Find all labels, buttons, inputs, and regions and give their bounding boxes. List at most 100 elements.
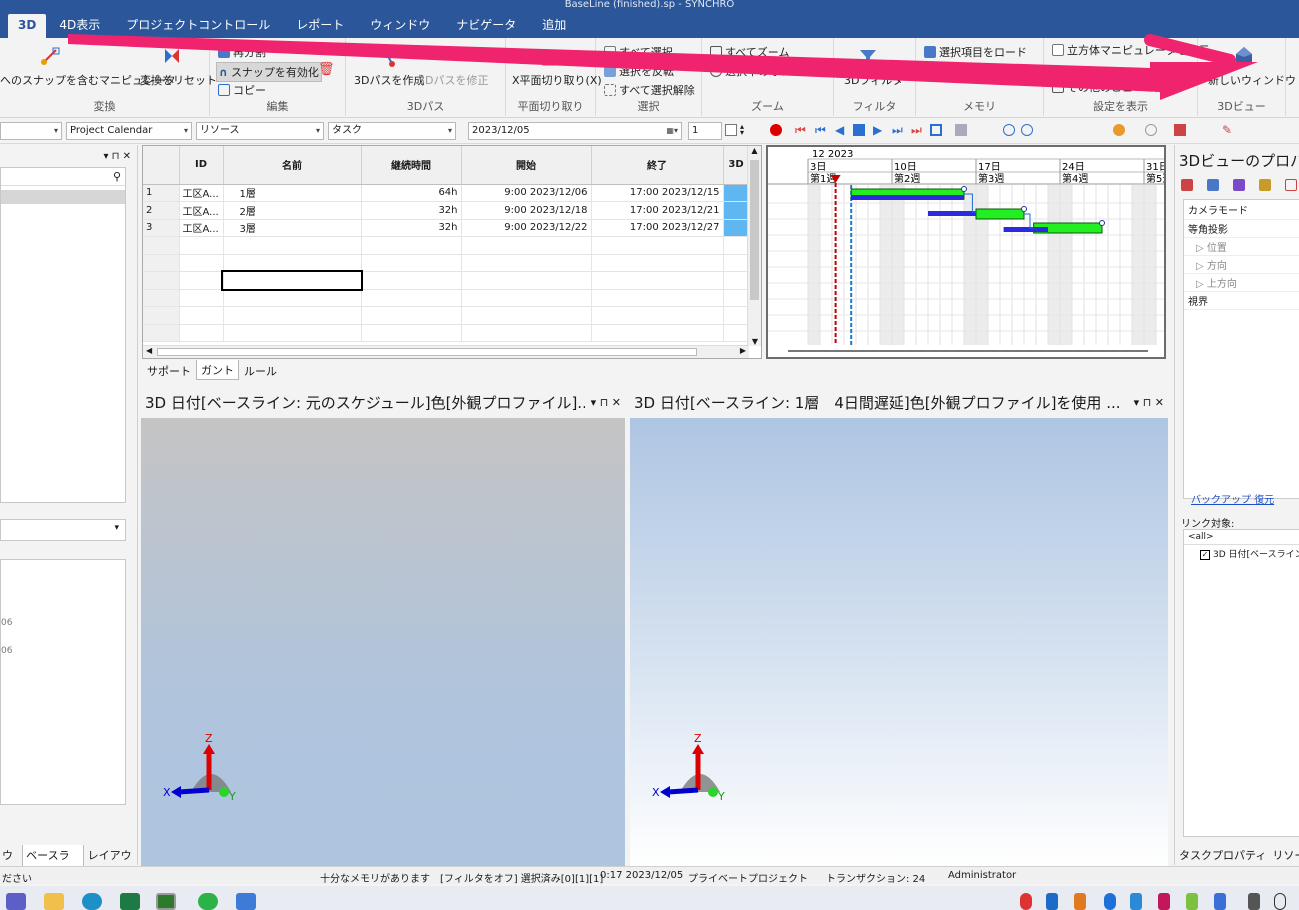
pane-controls-right[interactable]: ▾ ⊓ ✕ — [1127, 388, 1164, 418]
calculator-icon[interactable] — [725, 124, 737, 136]
cell-duration[interactable]: 32h — [361, 219, 462, 237]
empty-cell[interactable] — [591, 271, 724, 290]
gantt-chart[interactable]: 12 2023 3日第1週 10日第2週 17日第3週 24日第4週 31日第5週 — [766, 145, 1205, 359]
empty-cell[interactable] — [361, 254, 462, 272]
empty-cell[interactable] — [361, 289, 462, 307]
window-icon[interactable] — [236, 893, 256, 910]
empty-cell[interactable] — [179, 289, 224, 307]
other-view-settings-button[interactable]: その他のビューの設定 — [1052, 79, 1177, 95]
tab-task-properties[interactable]: タスクプロパティ — [1179, 847, 1266, 863]
row-header[interactable] — [143, 236, 180, 255]
reset-transform-button[interactable]: 変換をリセット — [140, 72, 217, 88]
tab-add[interactable]: 追加 — [529, 14, 579, 38]
cell-start[interactable]: 9:00 2023/12/06 — [461, 184, 592, 202]
report-icon[interactable] — [1174, 124, 1186, 136]
empty-cell[interactable] — [723, 236, 750, 255]
prop-up-direction[interactable]: ▷ 上方向 — [1184, 274, 1299, 292]
prop-position[interactable]: ▷ 位置 — [1184, 238, 1299, 256]
pen-icon[interactable]: ✎ — [1222, 124, 1234, 136]
tab-project-control[interactable]: プロジェクトコントロール — [113, 14, 283, 38]
categorized-icon[interactable] — [1181, 179, 1193, 191]
tray-icon[interactable] — [1020, 893, 1032, 910]
empty-cell[interactable] — [723, 306, 750, 325]
grid-horizontal-scrollbar[interactable]: ◀ ▶ — [143, 345, 749, 358]
copy-button[interactable]: コピー — [218, 82, 266, 98]
row-header[interactable] — [143, 306, 180, 325]
alphabetic-icon[interactable] — [1207, 179, 1219, 191]
tray-icon[interactable] — [1158, 893, 1170, 910]
task-combo[interactable]: タスク ▾ — [328, 122, 456, 140]
empty-cell[interactable] — [179, 306, 224, 325]
excel-icon[interactable] — [120, 893, 140, 910]
record-icon[interactable] — [770, 124, 782, 136]
scroll-up-icon[interactable]: ▲ — [748, 146, 761, 155]
resource-combo[interactable]: リソース ▾ — [196, 122, 324, 140]
synchro-icon[interactable] — [156, 893, 176, 910]
row-header[interactable] — [143, 289, 180, 307]
zoom-selected-button[interactable]: 選択中のオブジェクト(S) — [710, 63, 851, 79]
empty-cell[interactable] — [179, 236, 224, 255]
3d-viewport-left[interactable]: Z X Y — [141, 418, 625, 866]
invert-selection-button[interactable]: 選択を反転 — [604, 63, 674, 79]
empty-cell[interactable] — [179, 254, 224, 272]
tray-icon[interactable] — [1248, 893, 1260, 910]
clock-icon[interactable] — [1145, 124, 1157, 136]
row-header[interactable] — [143, 271, 180, 290]
cell-id[interactable]: 工区A... — [179, 201, 224, 220]
loop-icon[interactable] — [930, 124, 942, 136]
empty-cell[interactable] — [361, 271, 462, 290]
checkbox-checked-icon[interactable]: ✓ — [1200, 550, 1210, 560]
bluetooth-icon[interactable] — [1104, 893, 1116, 910]
empty-cell[interactable] — [461, 271, 592, 290]
load-selection-button[interactable]: 選択項目をロード — [924, 44, 1027, 60]
row-header[interactable] — [143, 254, 180, 272]
spinner-icon[interactable]: ▴ ▾ — [740, 123, 752, 137]
scroll-right-icon[interactable]: ▶ — [740, 346, 746, 355]
empty-cell[interactable] — [591, 289, 724, 307]
3d-viewport-right[interactable]: Z X Y — [630, 418, 1168, 866]
empty-cell[interactable] — [723, 324, 750, 342]
empty-cell[interactable] — [461, 236, 592, 255]
prop-camera-mode[interactable]: カメラモード — [1184, 200, 1299, 220]
cell-3d[interactable] — [723, 184, 750, 202]
prop-direction[interactable]: ▷ 方向 — [1184, 256, 1299, 274]
tab-4d-view[interactable]: 4D表示 — [46, 14, 113, 38]
selected-tree-row[interactable] — [1, 190, 125, 204]
play-mode-icon[interactable] — [955, 124, 967, 136]
modify-path-button[interactable]: 3Dパスを修正 — [418, 72, 488, 88]
empty-cell[interactable] — [221, 269, 363, 291]
table-row[interactable]: 1 工区A... 1層 64h 9:00 2023/12/06 17:00 2023/12… — [143, 184, 750, 202]
stop-icon[interactable] — [853, 124, 865, 136]
col-id[interactable]: ID — [179, 146, 224, 185]
prop-isometric[interactable]: 等角投影 — [1184, 220, 1299, 238]
select-all-button[interactable]: すべて選択 — [604, 44, 673, 60]
appearance-icon[interactable] — [1113, 124, 1125, 136]
empty-cell[interactable] — [223, 324, 362, 342]
left-list-box[interactable]: 06 06 — [0, 559, 126, 805]
panel-controls[interactable]: ▾ ⊓ ✕ — [103, 151, 131, 162]
step-back-icon[interactable]: ⏮ — [815, 124, 827, 136]
row-number[interactable]: 1 — [143, 184, 180, 202]
play-back-icon[interactable]: ◀ — [835, 124, 847, 136]
empty-row[interactable] — [143, 324, 750, 342]
empty-cell[interactable] — [591, 236, 724, 255]
go-start-icon[interactable]: ⏮ — [795, 124, 807, 136]
col-3d[interactable]: 3D — [723, 146, 750, 185]
empty-cell[interactable] — [591, 306, 724, 325]
cell-end[interactable]: 17:00 2023/12/21 — [591, 201, 724, 220]
empty-cell[interactable] — [179, 324, 224, 342]
hscroll-thumb[interactable] — [157, 348, 697, 356]
events-icon[interactable] — [1259, 179, 1271, 191]
step-forward-icon[interactable]: ⏭ — [892, 124, 904, 136]
empty-cell[interactable] — [723, 271, 750, 290]
scroll-thumb[interactable] — [750, 160, 759, 300]
table-row[interactable]: 3 工区A... 3層 32h 9:00 2023/12/22 17:00 2023/12… — [143, 219, 750, 237]
left-search-input[interactable]: ⚲ — [1, 168, 125, 186]
tab-report[interactable]: レポート — [283, 14, 357, 38]
empty-cell[interactable] — [723, 289, 750, 307]
empty-cell[interactable] — [223, 306, 362, 325]
cell-start[interactable]: 9:00 2023/12/22 — [461, 219, 592, 237]
cell-end[interactable]: 17:00 2023/12/15 — [591, 184, 724, 202]
table-row[interactable]: 2 工区A... 2層 32h 9:00 2023/12/18 17:00 2023/12… — [143, 201, 750, 220]
info-icon[interactable] — [1003, 124, 1015, 136]
